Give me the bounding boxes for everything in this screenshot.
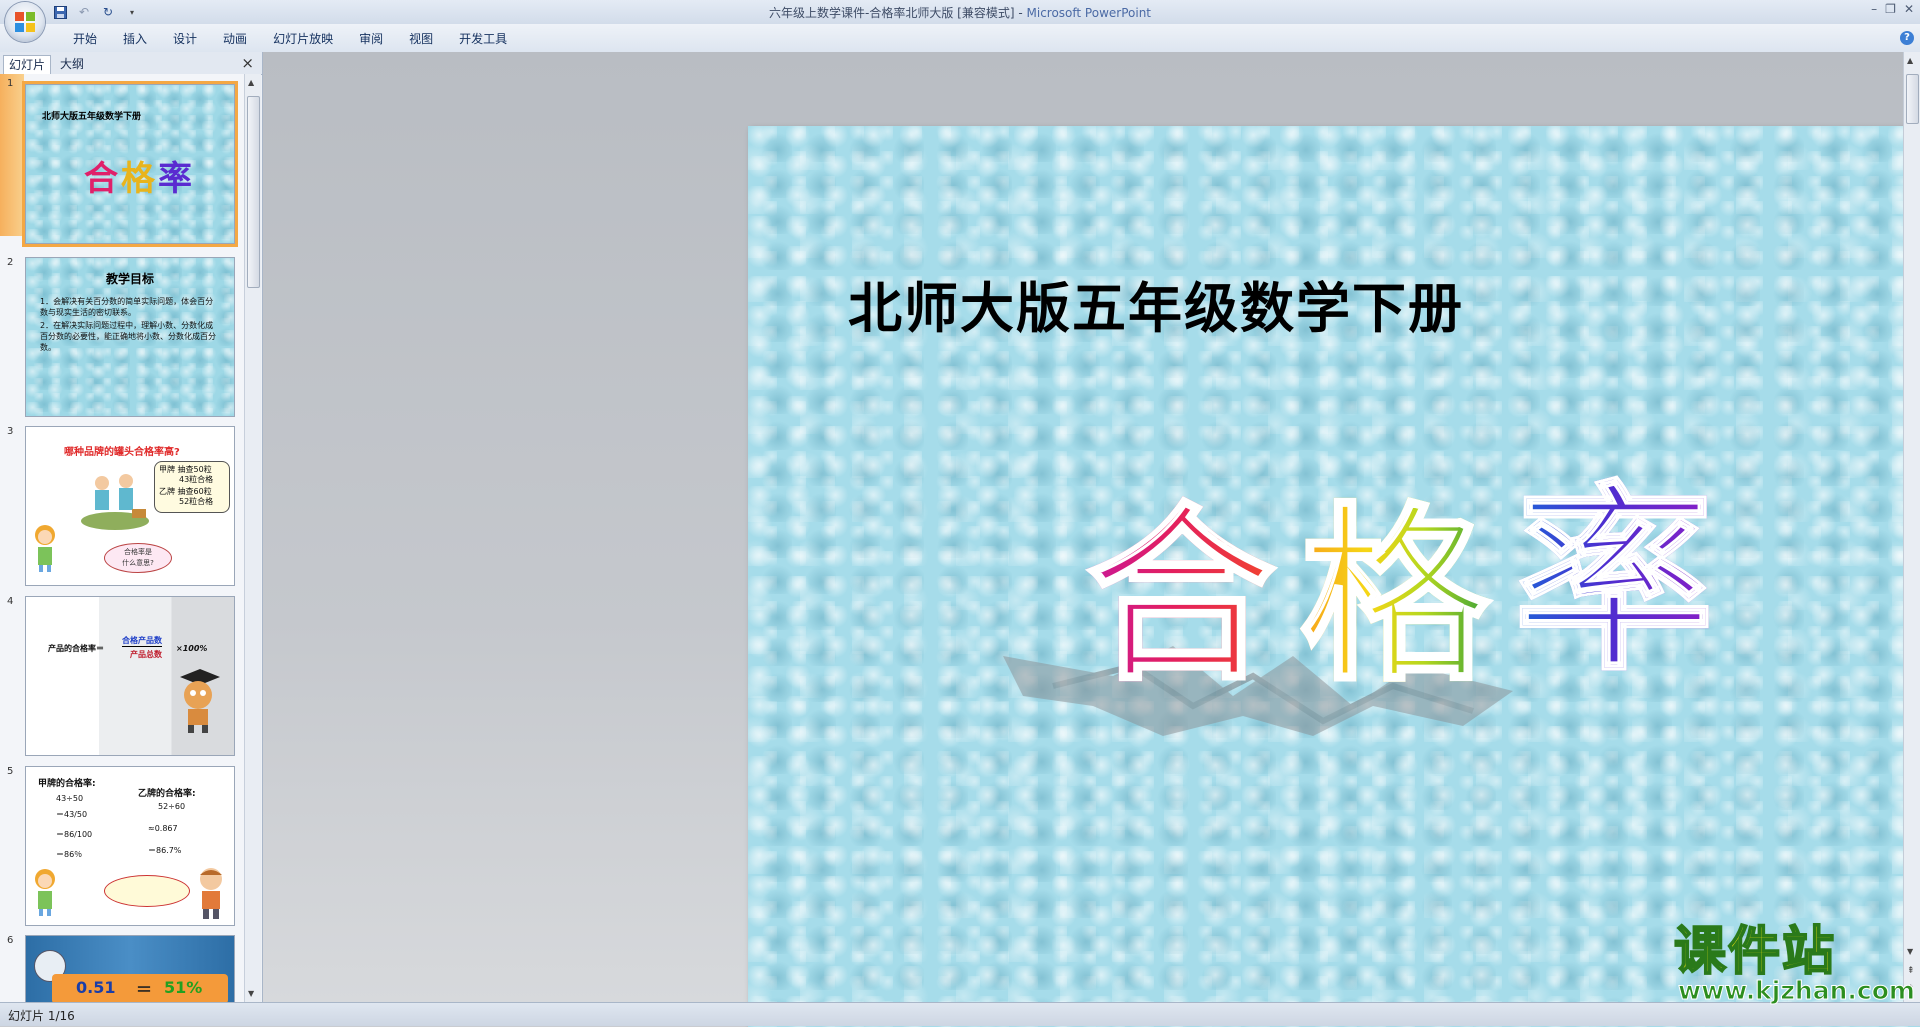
calc-line: ≈0.867 xyxy=(148,824,178,833)
office-logo-icon xyxy=(15,12,35,32)
slide-thumbnail-1[interactable]: 北师大版五年级数学下册 合格率 xyxy=(22,81,238,247)
formula-numerator: 合格产品数 xyxy=(122,636,162,647)
slide-number: 1 xyxy=(7,78,14,89)
tab-developer[interactable]: 开发工具 xyxy=(446,30,520,48)
decimal-text: 0.51 xyxy=(76,978,116,997)
calc-line: ＝43/50 xyxy=(56,810,88,819)
thumb-data-box: 甲牌 抽查50粒 43粒合格 乙牌 抽查60粒 52粒合格 xyxy=(154,461,230,513)
watermark-logo-text: 课件站 xyxy=(1673,922,1837,982)
slide-thumbnail-5[interactable]: 甲牌的合格率: 43÷50 ＝43/50 ＝86/100 ＝86％ 乙牌的合格率… xyxy=(25,766,235,926)
thumb-question: 哪种品牌的罐头合格率高? xyxy=(64,447,180,458)
answer-banner: 0.51 ＝ 51% xyxy=(52,974,228,1002)
panel-tabs: 幻灯片 大纲 × xyxy=(0,52,262,75)
app-name: Microsoft PowerPoint xyxy=(1026,6,1152,20)
girl-character-icon xyxy=(30,867,60,917)
slide-thumbnail-2[interactable]: 教学目标 1．会解决有关百分数的简单实际问题，体会百分数与现实生活的密切联系。 … xyxy=(25,257,235,417)
ribbon-tabs: 开始 插入 设计 动画 幻灯片放映 审阅 视图 开发工具 xyxy=(60,30,520,48)
window-controls: – ❐ ✕ xyxy=(1871,2,1914,16)
tab-animations[interactable]: 动画 xyxy=(210,30,260,48)
thumbnail-list: 1 北师大版五年级数学下册 合格率 2 教学目标 1．会解决有关百分数的简单实际… xyxy=(0,74,244,1002)
slides-panel: 幻灯片 大纲 × 1 北师大版五年级数学下册 合格率 2 教学目标 1．会解决有… xyxy=(0,52,263,1002)
tab-outline[interactable]: 大纲 xyxy=(55,55,89,73)
previous-slide-icon[interactable]: ⇞ xyxy=(1907,966,1915,976)
scroll-up-icon[interactable]: ▲ xyxy=(248,78,254,87)
office-button[interactable] xyxy=(5,2,45,42)
slide-thumbnail-6[interactable]: 0.51 ＝ 51% xyxy=(25,935,235,1002)
slide-thumbnail-3[interactable]: 哪种品牌的罐头合格率高? 甲牌 抽查50粒 43粒合格 乙牌 抽查60粒 52粒… xyxy=(25,426,235,586)
workers-illustration-icon xyxy=(80,471,150,531)
thumb-line: 合格率是 xyxy=(124,548,152,556)
thumb-wordart: 合格率 xyxy=(84,151,195,200)
site-watermark: 课件站 www.kjzhan.com xyxy=(1668,922,1915,1006)
window-title: 六年级上数学课件-合格率北师大版 [兼容模式] - Microsoft Powe… xyxy=(769,6,1152,20)
thumb-line: 什么意思? xyxy=(122,559,154,567)
thumb-line: 1．会解决有关百分数的简单实际问题，体会百分数与现实生活的密切联系。 xyxy=(40,297,214,317)
slide-number: 2 xyxy=(7,257,14,268)
tab-insert[interactable]: 插入 xyxy=(110,30,160,48)
calc-line: 43÷50 xyxy=(56,794,84,803)
percent-text: 51% xyxy=(164,978,203,997)
thumb-title: 北师大版五年级数学下册 xyxy=(42,112,142,122)
tab-slides[interactable]: 幻灯片 xyxy=(3,55,52,74)
formula-right: ×100% xyxy=(176,644,208,653)
thumb-line: 43粒合格 xyxy=(179,475,214,484)
slide-counter: 幻灯片 1/16 xyxy=(8,1009,75,1023)
title-bar: ↶ ↻ ▾ 六年级上数学课件-合格率北师大版 [兼容模式] - Microsof… xyxy=(0,0,1920,42)
minimize-icon[interactable]: – xyxy=(1871,2,1877,16)
thumb-line: 2．在解决实际问题过程中，理解小数、分数化成百分数的必要性，能正确地将小数、分数… xyxy=(40,321,216,352)
thumb-art-char: 合 xyxy=(84,159,121,199)
slide-number: 3 xyxy=(7,426,14,437)
close-panel-icon[interactable]: × xyxy=(241,54,254,72)
current-slide[interactable]: 北师大版五年级数学下册 合 格 率 xyxy=(748,126,1920,1027)
formula-left: 产品的合格率＝ xyxy=(48,644,104,653)
wordart-char-3[interactable]: 率 xyxy=(1512,474,1715,687)
thought-bubble: 合格率是 什么意思? xyxy=(104,543,172,573)
slide-number: 4 xyxy=(7,596,14,607)
slide-editing-area: 北师大版五年级数学下册 合 格 率 xyxy=(263,52,1920,1027)
wordart-char-2[interactable]: 格 xyxy=(1298,494,1491,697)
slide-number: 6 xyxy=(7,935,14,946)
thumbnail-scrollbar[interactable]: ▲ ▼ xyxy=(244,74,261,1002)
close-icon[interactable]: ✕ xyxy=(1904,2,1914,16)
calc-line: ＝86.7% xyxy=(148,846,182,855)
thumb-art-char: 格 xyxy=(121,159,158,199)
thumb-line: 52粒合格 xyxy=(179,497,214,506)
scholar-character-icon xyxy=(172,665,222,735)
thumb-title: 教学目标 xyxy=(105,272,154,286)
scroll-down-icon[interactable]: ▼ xyxy=(1907,947,1913,956)
formula-denominator: 产品总数 xyxy=(130,650,162,659)
tab-slideshow[interactable]: 幻灯片放映 xyxy=(260,30,346,48)
status-bar: 幻灯片 1/16 xyxy=(0,1002,1920,1026)
calc-line: ＝86％ xyxy=(56,850,83,859)
watermark-url: www.kjzhan.com xyxy=(1678,976,1916,1006)
slide-title[interactable]: 北师大版五年级数学下册 xyxy=(848,264,1464,343)
equals-text: ＝ xyxy=(136,980,153,999)
scroll-down-icon[interactable]: ▼ xyxy=(248,989,254,998)
slide-thumbnail-4[interactable]: 产品的合格率＝ 合格产品数 产品总数 ×100% xyxy=(25,596,235,756)
scroll-thumb[interactable] xyxy=(1906,74,1919,124)
scroll-up-icon[interactable]: ▲ xyxy=(1907,56,1913,65)
tab-design[interactable]: 设计 xyxy=(160,30,210,48)
calc-line: ＝86/100 xyxy=(56,830,93,839)
right-title: 乙牌的合格率: xyxy=(138,789,196,799)
tab-view[interactable]: 视图 xyxy=(396,30,446,48)
girl-character-icon xyxy=(30,523,60,573)
thumb-art-char: 率 xyxy=(158,159,195,199)
selected-slide-highlight xyxy=(0,74,24,236)
left-title: 甲牌的合格率: xyxy=(38,779,96,789)
scroll-thumb[interactable] xyxy=(247,96,260,288)
slide-number: 5 xyxy=(7,766,14,777)
slide-scrollbar[interactable]: ▲ ▼ ⇞ ⇟ xyxy=(1903,52,1920,1002)
tab-home[interactable]: 开始 xyxy=(60,30,110,48)
tab-review[interactable]: 审阅 xyxy=(346,30,396,48)
document-name: 六年级上数学课件-合格率北师大版 [兼容模式] xyxy=(769,6,1015,20)
help-icon[interactable]: ? xyxy=(1900,31,1914,45)
boy-character-icon xyxy=(192,865,230,921)
wordart-char-1[interactable]: 合 xyxy=(1084,494,1277,697)
restore-icon[interactable]: ❐ xyxy=(1885,2,1896,16)
speech-bubble xyxy=(104,875,190,907)
calc-line: 52÷60 xyxy=(158,802,186,811)
